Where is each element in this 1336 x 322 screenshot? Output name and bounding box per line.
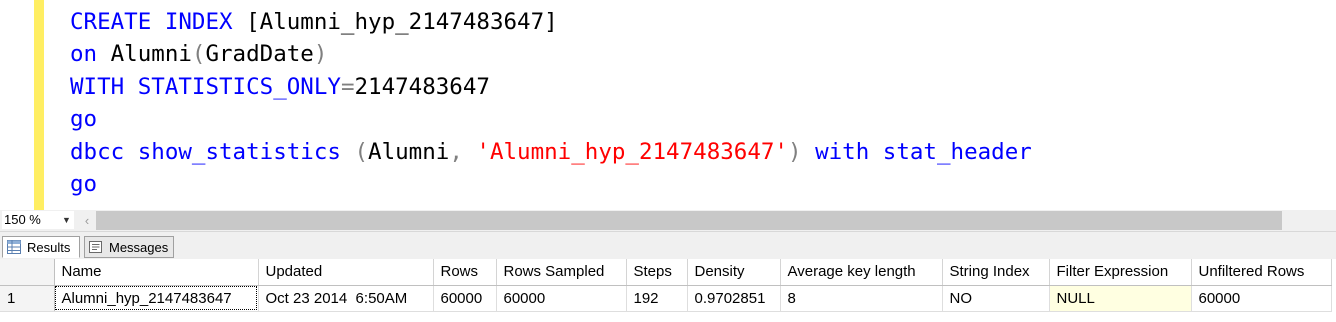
code-token: [Alumni_hyp_2147483647] bbox=[246, 9, 558, 35]
code-token: stat_header bbox=[882, 138, 1032, 165]
results-grid[interactable]: Name Updated Rows Rows Sampled Steps Den… bbox=[0, 259, 1336, 322]
grid-icon bbox=[7, 240, 21, 254]
cell-density[interactable]: 0.9702851 bbox=[687, 285, 781, 312]
row-number[interactable]: 1 bbox=[0, 285, 55, 312]
cell-rows-sampled[interactable]: 60000 bbox=[496, 285, 627, 312]
code-line[interactable]: go bbox=[70, 103, 1032, 135]
code-token: dbcc bbox=[70, 138, 138, 165]
cell-filter-expression[interactable]: NULL bbox=[1049, 285, 1192, 312]
cell-rows[interactable]: 60000 bbox=[433, 285, 497, 312]
chevron-down-icon: ▼ bbox=[62, 215, 71, 225]
query-editor[interactable]: CREATE INDEX [Alumni_hyp_2147483647] on A… bbox=[0, 0, 1336, 210]
column-header[interactable]: Rows bbox=[433, 259, 497, 286]
editor-margin bbox=[0, 0, 30, 210]
tab-results-label: Results bbox=[27, 240, 71, 255]
code-token: ) bbox=[787, 138, 816, 165]
column-header[interactable]: Name bbox=[54, 259, 259, 286]
code-token: CREATE INDEX bbox=[70, 9, 247, 35]
code-token: with bbox=[815, 138, 883, 165]
change-tracking-bar bbox=[34, 0, 44, 210]
code-line[interactable]: on Alumni(GradDate) bbox=[70, 38, 1032, 70]
code-line[interactable]: WITH STATISTICS_ONLY=2147483647 bbox=[70, 71, 1032, 103]
code-token: Alumni bbox=[110, 41, 192, 68]
cell-name[interactable]: Alumni_hyp_2147483647 bbox=[54, 285, 259, 312]
code-token: ( bbox=[191, 41, 206, 68]
code-token: , bbox=[449, 138, 477, 165]
code-token: ( bbox=[354, 138, 369, 165]
code-line[interactable]: go bbox=[70, 168, 1032, 200]
code-line[interactable]: CREATE INDEX [Alumni_hyp_2147483647] bbox=[70, 6, 1032, 38]
column-header[interactable]: Average key length bbox=[780, 259, 943, 286]
code-token: ) bbox=[313, 41, 328, 68]
cell-steps[interactable]: 192 bbox=[626, 285, 688, 312]
code-token: go bbox=[70, 170, 98, 197]
column-header[interactable]: Filter Expression bbox=[1049, 259, 1192, 286]
column-header[interactable]: Updated bbox=[258, 259, 434, 286]
cell-string-index[interactable]: NO bbox=[942, 285, 1050, 312]
column-header[interactable]: String Index bbox=[942, 259, 1050, 286]
code-token: = bbox=[340, 73, 355, 100]
code-token: 'Alumni_hyp_2147483647' bbox=[476, 138, 788, 165]
table-row[interactable]: 1 Alumni_hyp_2147483647 Oct 23 2014 6:50… bbox=[0, 285, 1332, 312]
zoom-value: 150 % bbox=[4, 212, 41, 227]
code-token: 2147483647 bbox=[354, 73, 490, 100]
code-token: WITH bbox=[70, 73, 138, 100]
cell-average-key-length[interactable]: 8 bbox=[780, 285, 943, 312]
code-line[interactable]: dbcc show_statistics (Alumni, 'Alumni_hy… bbox=[70, 136, 1032, 168]
messages-icon bbox=[89, 241, 102, 253]
column-header[interactable]: Rows Sampled bbox=[496, 259, 627, 286]
horizontal-scrollbar[interactable] bbox=[96, 211, 1282, 230]
cell-updated[interactable]: Oct 23 2014 6:50AM bbox=[258, 285, 434, 312]
column-header[interactable]: Unfiltered Rows bbox=[1191, 259, 1332, 286]
code-token: Alumni bbox=[368, 138, 450, 165]
column-header[interactable]: Density bbox=[687, 259, 781, 286]
results-table: Name Updated Rows Rows Sampled Steps Den… bbox=[0, 259, 1332, 312]
scroll-left-arrow-icon[interactable]: ‹ bbox=[80, 210, 94, 231]
code-token: on bbox=[70, 41, 111, 68]
tab-messages[interactable]: Messages bbox=[84, 236, 174, 258]
cell-unfiltered-rows[interactable]: 60000 bbox=[1191, 285, 1332, 312]
column-header[interactable]: Steps bbox=[626, 259, 688, 286]
code-token: go bbox=[70, 106, 98, 133]
row-header-corner[interactable] bbox=[0, 259, 55, 286]
editor-status-row: 150 % ▼ ‹ bbox=[0, 210, 1336, 231]
code-token: STATISTICS_ONLY bbox=[137, 73, 341, 100]
tab-results[interactable]: Results bbox=[2, 236, 80, 258]
results-tab-strip: Results Messages bbox=[0, 231, 1336, 260]
code-token: GradDate bbox=[205, 41, 314, 68]
sql-code[interactable]: CREATE INDEX [Alumni_hyp_2147483647] on A… bbox=[70, 6, 1032, 200]
zoom-dropdown[interactable]: 150 % ▼ bbox=[2, 211, 74, 229]
tab-messages-label: Messages bbox=[109, 240, 169, 255]
header-row: Name Updated Rows Rows Sampled Steps Den… bbox=[0, 259, 1332, 286]
code-token: show_statistics bbox=[137, 138, 355, 165]
